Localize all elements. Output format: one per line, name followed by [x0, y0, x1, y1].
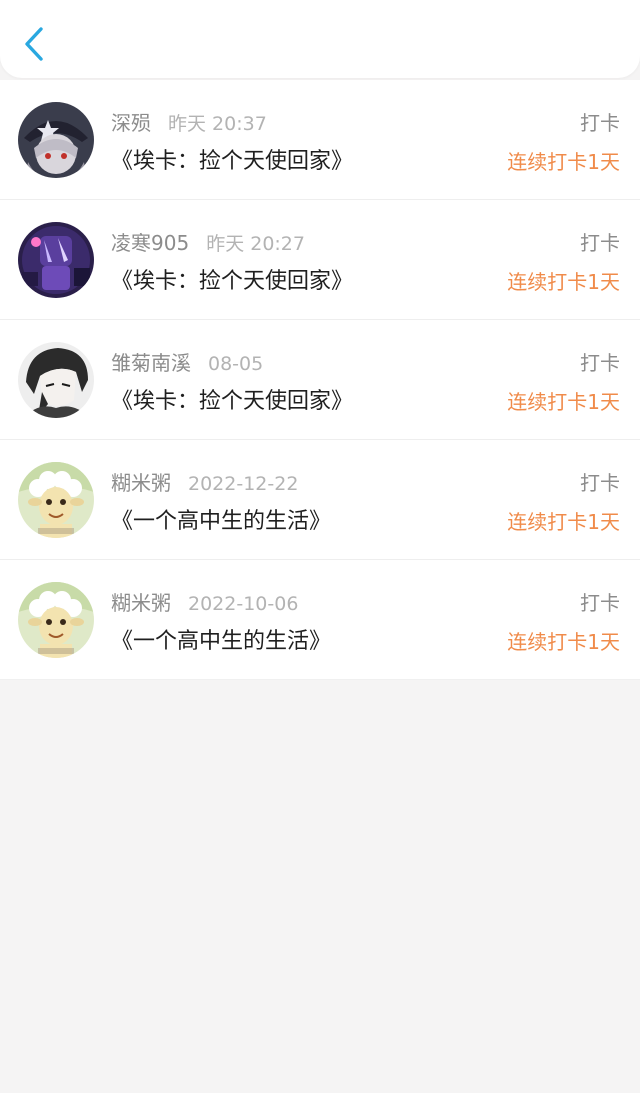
avatar[interactable]: [18, 222, 94, 298]
checkin-row[interactable]: 深殒 昨天 20:37 《埃卡：捡个天使回家》 打卡 连续打卡1天: [0, 80, 640, 200]
checkin-row[interactable]: 糊米粥 2022-10-06 《一个高中生的生活》 打卡 连续打卡1天: [0, 560, 640, 680]
timestamp: 昨天 20:27: [206, 233, 305, 255]
username[interactable]: 凌寒905: [111, 227, 189, 256]
timestamp: 2022-10-06: [188, 593, 299, 615]
checkin-row[interactable]: 雏菊南溪 08-05 《埃卡：捡个天使回家》 打卡 连续打卡1天: [0, 320, 640, 440]
timestamp: 昨天 20:37: [168, 113, 267, 135]
checkin-records-page: 深殒 昨天 20:37 《埃卡：捡个天使回家》 打卡 连续打卡1天 凌寒905 …: [0, 0, 640, 1093]
record-meta: 糊米粥 2022-12-22: [111, 467, 298, 496]
streak-label: 连续打卡1天: [507, 150, 620, 174]
username[interactable]: 糊米粥: [111, 467, 171, 496]
action-label: 打卡: [580, 231, 620, 255]
streak-label: 连续打卡1天: [507, 390, 620, 414]
avatar[interactable]: [18, 462, 94, 538]
purple-character-avatar-image: [18, 222, 94, 298]
timestamp: 2022-12-22: [188, 473, 299, 495]
book-title[interactable]: 《埃卡：捡个天使回家》: [111, 383, 353, 415]
book-title[interactable]: 《一个高中生的生活》: [111, 623, 331, 655]
action-label: 打卡: [580, 351, 620, 375]
action-label: 打卡: [580, 111, 620, 135]
streak-label: 连续打卡1天: [507, 510, 620, 534]
checkin-row[interactable]: 凌寒905 昨天 20:27 《埃卡：捡个天使回家》 打卡 连续打卡1天: [0, 200, 640, 320]
timestamp: 08-05: [208, 353, 264, 375]
username[interactable]: 深殒: [111, 107, 151, 136]
sheep-cartoon-avatar-image: [18, 582, 94, 658]
username[interactable]: 糊米粥: [111, 587, 171, 616]
dark-hair-boy-avatar-image: [18, 342, 94, 418]
checkin-list: 深殒 昨天 20:37 《埃卡：捡个天使回家》 打卡 连续打卡1天 凌寒905 …: [0, 80, 640, 680]
sheep-cartoon-avatar-image: [18, 462, 94, 538]
record-meta: 雏菊南溪 08-05: [111, 347, 263, 376]
username[interactable]: 雏菊南溪: [111, 347, 191, 376]
action-label: 打卡: [580, 471, 620, 495]
book-title[interactable]: 《埃卡：捡个天使回家》: [111, 143, 353, 175]
anime-girl-hat-avatar-image: [18, 102, 94, 178]
avatar[interactable]: [18, 102, 94, 178]
streak-label: 连续打卡1天: [507, 270, 620, 294]
record-meta: 糊米粥 2022-10-06: [111, 587, 298, 616]
record-meta: 凌寒905 昨天 20:27: [111, 227, 305, 256]
streak-label: 连续打卡1天: [507, 630, 620, 654]
checkin-row[interactable]: 糊米粥 2022-12-22 《一个高中生的生活》 打卡 连续打卡1天: [0, 440, 640, 560]
book-title[interactable]: 《埃卡：捡个天使回家》: [111, 263, 353, 295]
book-title[interactable]: 《一个高中生的生活》: [111, 503, 331, 535]
top-bar: [0, 0, 640, 78]
back-button[interactable]: [14, 22, 54, 66]
avatar[interactable]: [18, 342, 94, 418]
avatar[interactable]: [18, 582, 94, 658]
chevron-left-icon: [25, 27, 43, 61]
action-label: 打卡: [580, 591, 620, 615]
record-meta: 深殒 昨天 20:37: [111, 107, 267, 136]
